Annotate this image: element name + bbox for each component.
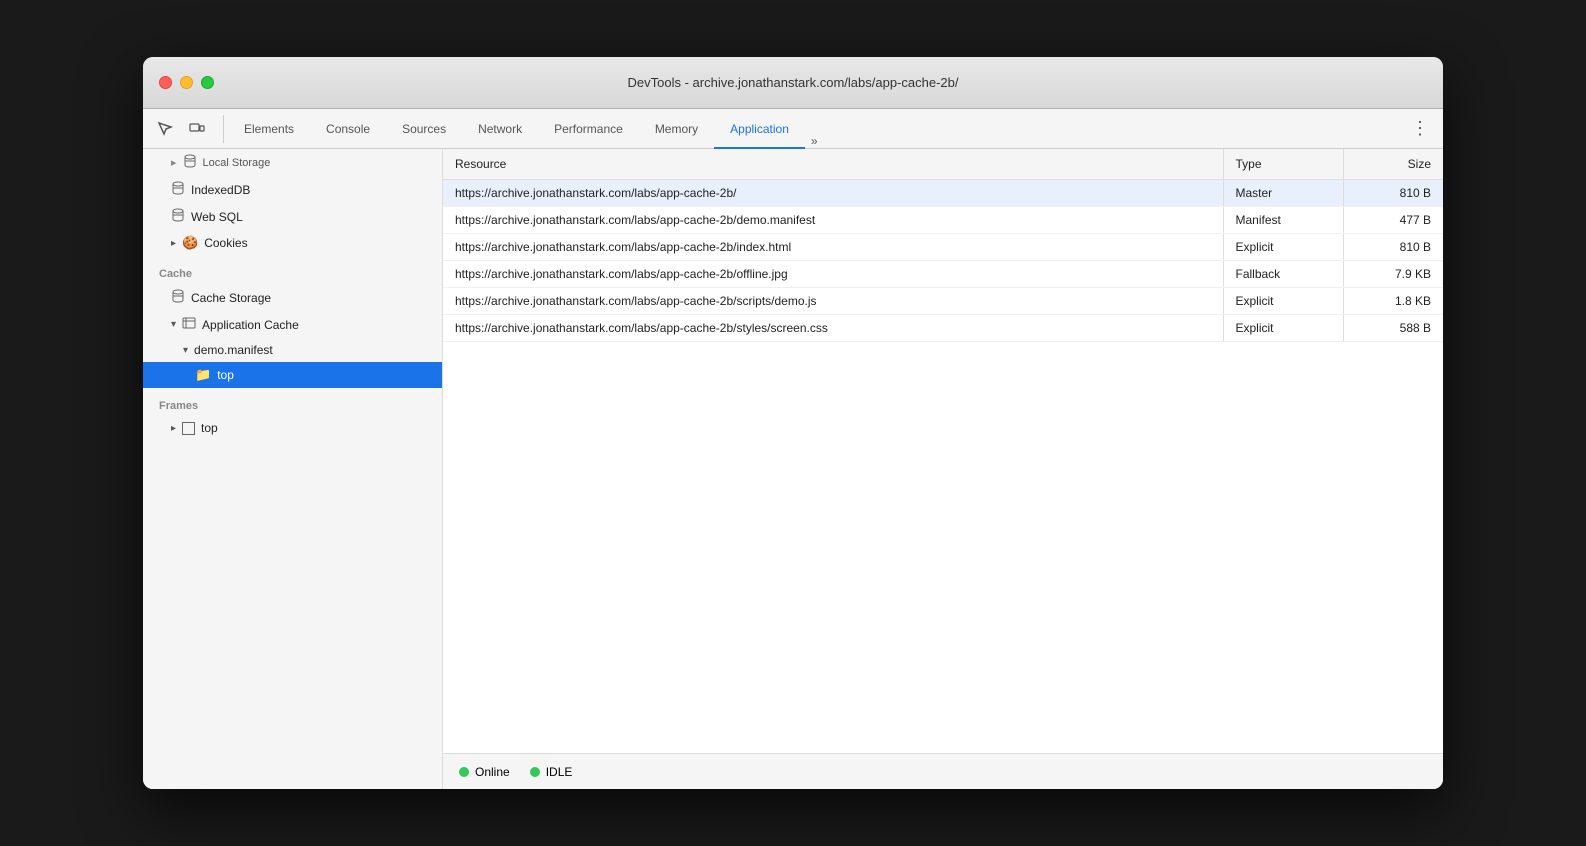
frames-top-icon bbox=[182, 422, 195, 435]
tab-memory[interactable]: Memory bbox=[639, 110, 714, 149]
tab-console[interactable]: Console bbox=[310, 110, 386, 149]
cell-size: 810 B bbox=[1343, 234, 1443, 261]
cell-resource: https://archive.jonathanstark.com/labs/a… bbox=[443, 288, 1223, 315]
cell-type: Master bbox=[1223, 180, 1343, 207]
tab-elements[interactable]: Elements bbox=[228, 110, 310, 149]
maximize-button[interactable] bbox=[201, 76, 214, 89]
online-status: Online bbox=[459, 765, 510, 779]
demo-manifest-expand-icon: ▾ bbox=[183, 345, 188, 356]
sidebar-item-cookies[interactable]: ▸ 🍪 Cookies bbox=[143, 230, 442, 256]
tab-bar: Elements Console Sources Network Perform… bbox=[228, 109, 1405, 148]
table-container[interactable]: Resource Type Size https://archive.jonat… bbox=[443, 149, 1443, 753]
sidebar-item-indexeddb[interactable]: IndexedDB bbox=[143, 176, 442, 203]
cell-type: Explicit bbox=[1223, 315, 1343, 342]
sidebar-item-websql[interactable]: Web SQL bbox=[143, 203, 442, 230]
cell-size: 7.9 KB bbox=[1343, 261, 1443, 288]
cell-size: 588 B bbox=[1343, 315, 1443, 342]
col-header-type: Type bbox=[1223, 149, 1343, 180]
device-toggle-icon[interactable] bbox=[183, 115, 211, 143]
toolbar-icons bbox=[151, 115, 224, 143]
cache-section-label: Cache bbox=[143, 256, 442, 284]
cell-type: Manifest bbox=[1223, 207, 1343, 234]
tab-network[interactable]: Network bbox=[462, 110, 538, 149]
cell-type: Explicit bbox=[1223, 288, 1343, 315]
sidebar-item-cache-storage[interactable]: Cache Storage bbox=[143, 284, 442, 311]
cell-size: 477 B bbox=[1343, 207, 1443, 234]
app-cache-expand-icon: ▾ bbox=[171, 319, 176, 330]
traffic-lights bbox=[159, 76, 214, 89]
resource-table: Resource Type Size https://archive.jonat… bbox=[443, 149, 1443, 342]
sidebar-item-top-selected[interactable]: 📁 top bbox=[143, 362, 442, 388]
cookies-expand-icon: ▸ bbox=[171, 238, 176, 249]
main-content: ▸ Local Storage IndexedDB Web SQL ▸ bbox=[143, 149, 1443, 789]
idle-status: IDLE bbox=[530, 765, 573, 779]
cell-resource: https://archive.jonathanstark.com/labs/a… bbox=[443, 261, 1223, 288]
toolbar: Elements Console Sources Network Perform… bbox=[143, 109, 1443, 149]
cell-size: 810 B bbox=[1343, 180, 1443, 207]
inspect-icon[interactable] bbox=[151, 115, 179, 143]
close-button[interactable] bbox=[159, 76, 172, 89]
top-folder-icon: 📁 bbox=[195, 367, 211, 383]
online-label: Online bbox=[475, 765, 510, 779]
cookies-icon: 🍪 bbox=[182, 235, 198, 251]
table-row[interactable]: https://archive.jonathanstark.com/labs/a… bbox=[443, 261, 1443, 288]
cell-resource: https://archive.jonathanstark.com/labs/a… bbox=[443, 180, 1223, 207]
idle-label: IDLE bbox=[546, 765, 573, 779]
content-panel: Resource Type Size https://archive.jonat… bbox=[443, 149, 1443, 789]
table-row[interactable]: https://archive.jonathanstark.com/labs/a… bbox=[443, 234, 1443, 261]
sidebar-item-frames-top[interactable]: ▸ top bbox=[143, 416, 442, 440]
cache-storage-icon bbox=[171, 289, 185, 306]
websql-icon bbox=[171, 208, 185, 225]
titlebar: DevTools - archive.jonathanstark.com/lab… bbox=[143, 57, 1443, 109]
cell-size: 1.8 KB bbox=[1343, 288, 1443, 315]
status-bar: Online IDLE bbox=[443, 753, 1443, 789]
table-header-row: Resource Type Size bbox=[443, 149, 1443, 180]
local-storage-icon: ▸ bbox=[171, 156, 177, 169]
table-row[interactable]: https://archive.jonathanstark.com/labs/a… bbox=[443, 288, 1443, 315]
cell-type: Fallback bbox=[1223, 261, 1343, 288]
table-row[interactable]: https://archive.jonathanstark.com/labs/a… bbox=[443, 207, 1443, 234]
tab-sources[interactable]: Sources bbox=[386, 110, 462, 149]
frames-section-label: Frames bbox=[143, 388, 442, 416]
cell-resource: https://archive.jonathanstark.com/labs/a… bbox=[443, 234, 1223, 261]
sidebar: ▸ Local Storage IndexedDB Web SQL ▸ bbox=[143, 149, 443, 789]
tab-performance[interactable]: Performance bbox=[538, 110, 639, 149]
window-title: DevTools - archive.jonathanstark.com/lab… bbox=[628, 75, 959, 90]
sidebar-item-app-cache[interactable]: ▾ Application Cache bbox=[143, 311, 442, 338]
cell-resource: https://archive.jonathanstark.com/labs/a… bbox=[443, 315, 1223, 342]
col-header-size: Size bbox=[1343, 149, 1443, 180]
sidebar-item-demo-manifest[interactable]: ▾ demo.manifest bbox=[143, 338, 442, 362]
sidebar-item-local-storage[interactable]: ▸ Local Storage bbox=[143, 149, 442, 176]
table-row[interactable]: https://archive.jonathanstark.com/labs/a… bbox=[443, 315, 1443, 342]
idle-dot bbox=[530, 767, 540, 777]
online-dot bbox=[459, 767, 469, 777]
table-row[interactable]: https://archive.jonathanstark.com/labs/a… bbox=[443, 180, 1443, 207]
col-header-resource: Resource bbox=[443, 149, 1223, 180]
cell-type: Explicit bbox=[1223, 234, 1343, 261]
tab-application[interactable]: Application bbox=[714, 110, 805, 149]
devtools-window: DevTools - archive.jonathanstark.com/lab… bbox=[143, 57, 1443, 789]
more-tabs-button[interactable]: » bbox=[805, 134, 824, 148]
menu-button[interactable]: ⋮ bbox=[1405, 118, 1435, 139]
minimize-button[interactable] bbox=[180, 76, 193, 89]
cell-resource: https://archive.jonathanstark.com/labs/a… bbox=[443, 207, 1223, 234]
indexeddb-icon bbox=[171, 181, 185, 198]
frames-top-expand-icon: ▸ bbox=[171, 423, 176, 434]
local-storage-icon2 bbox=[183, 154, 197, 171]
app-cache-icon bbox=[182, 316, 196, 333]
